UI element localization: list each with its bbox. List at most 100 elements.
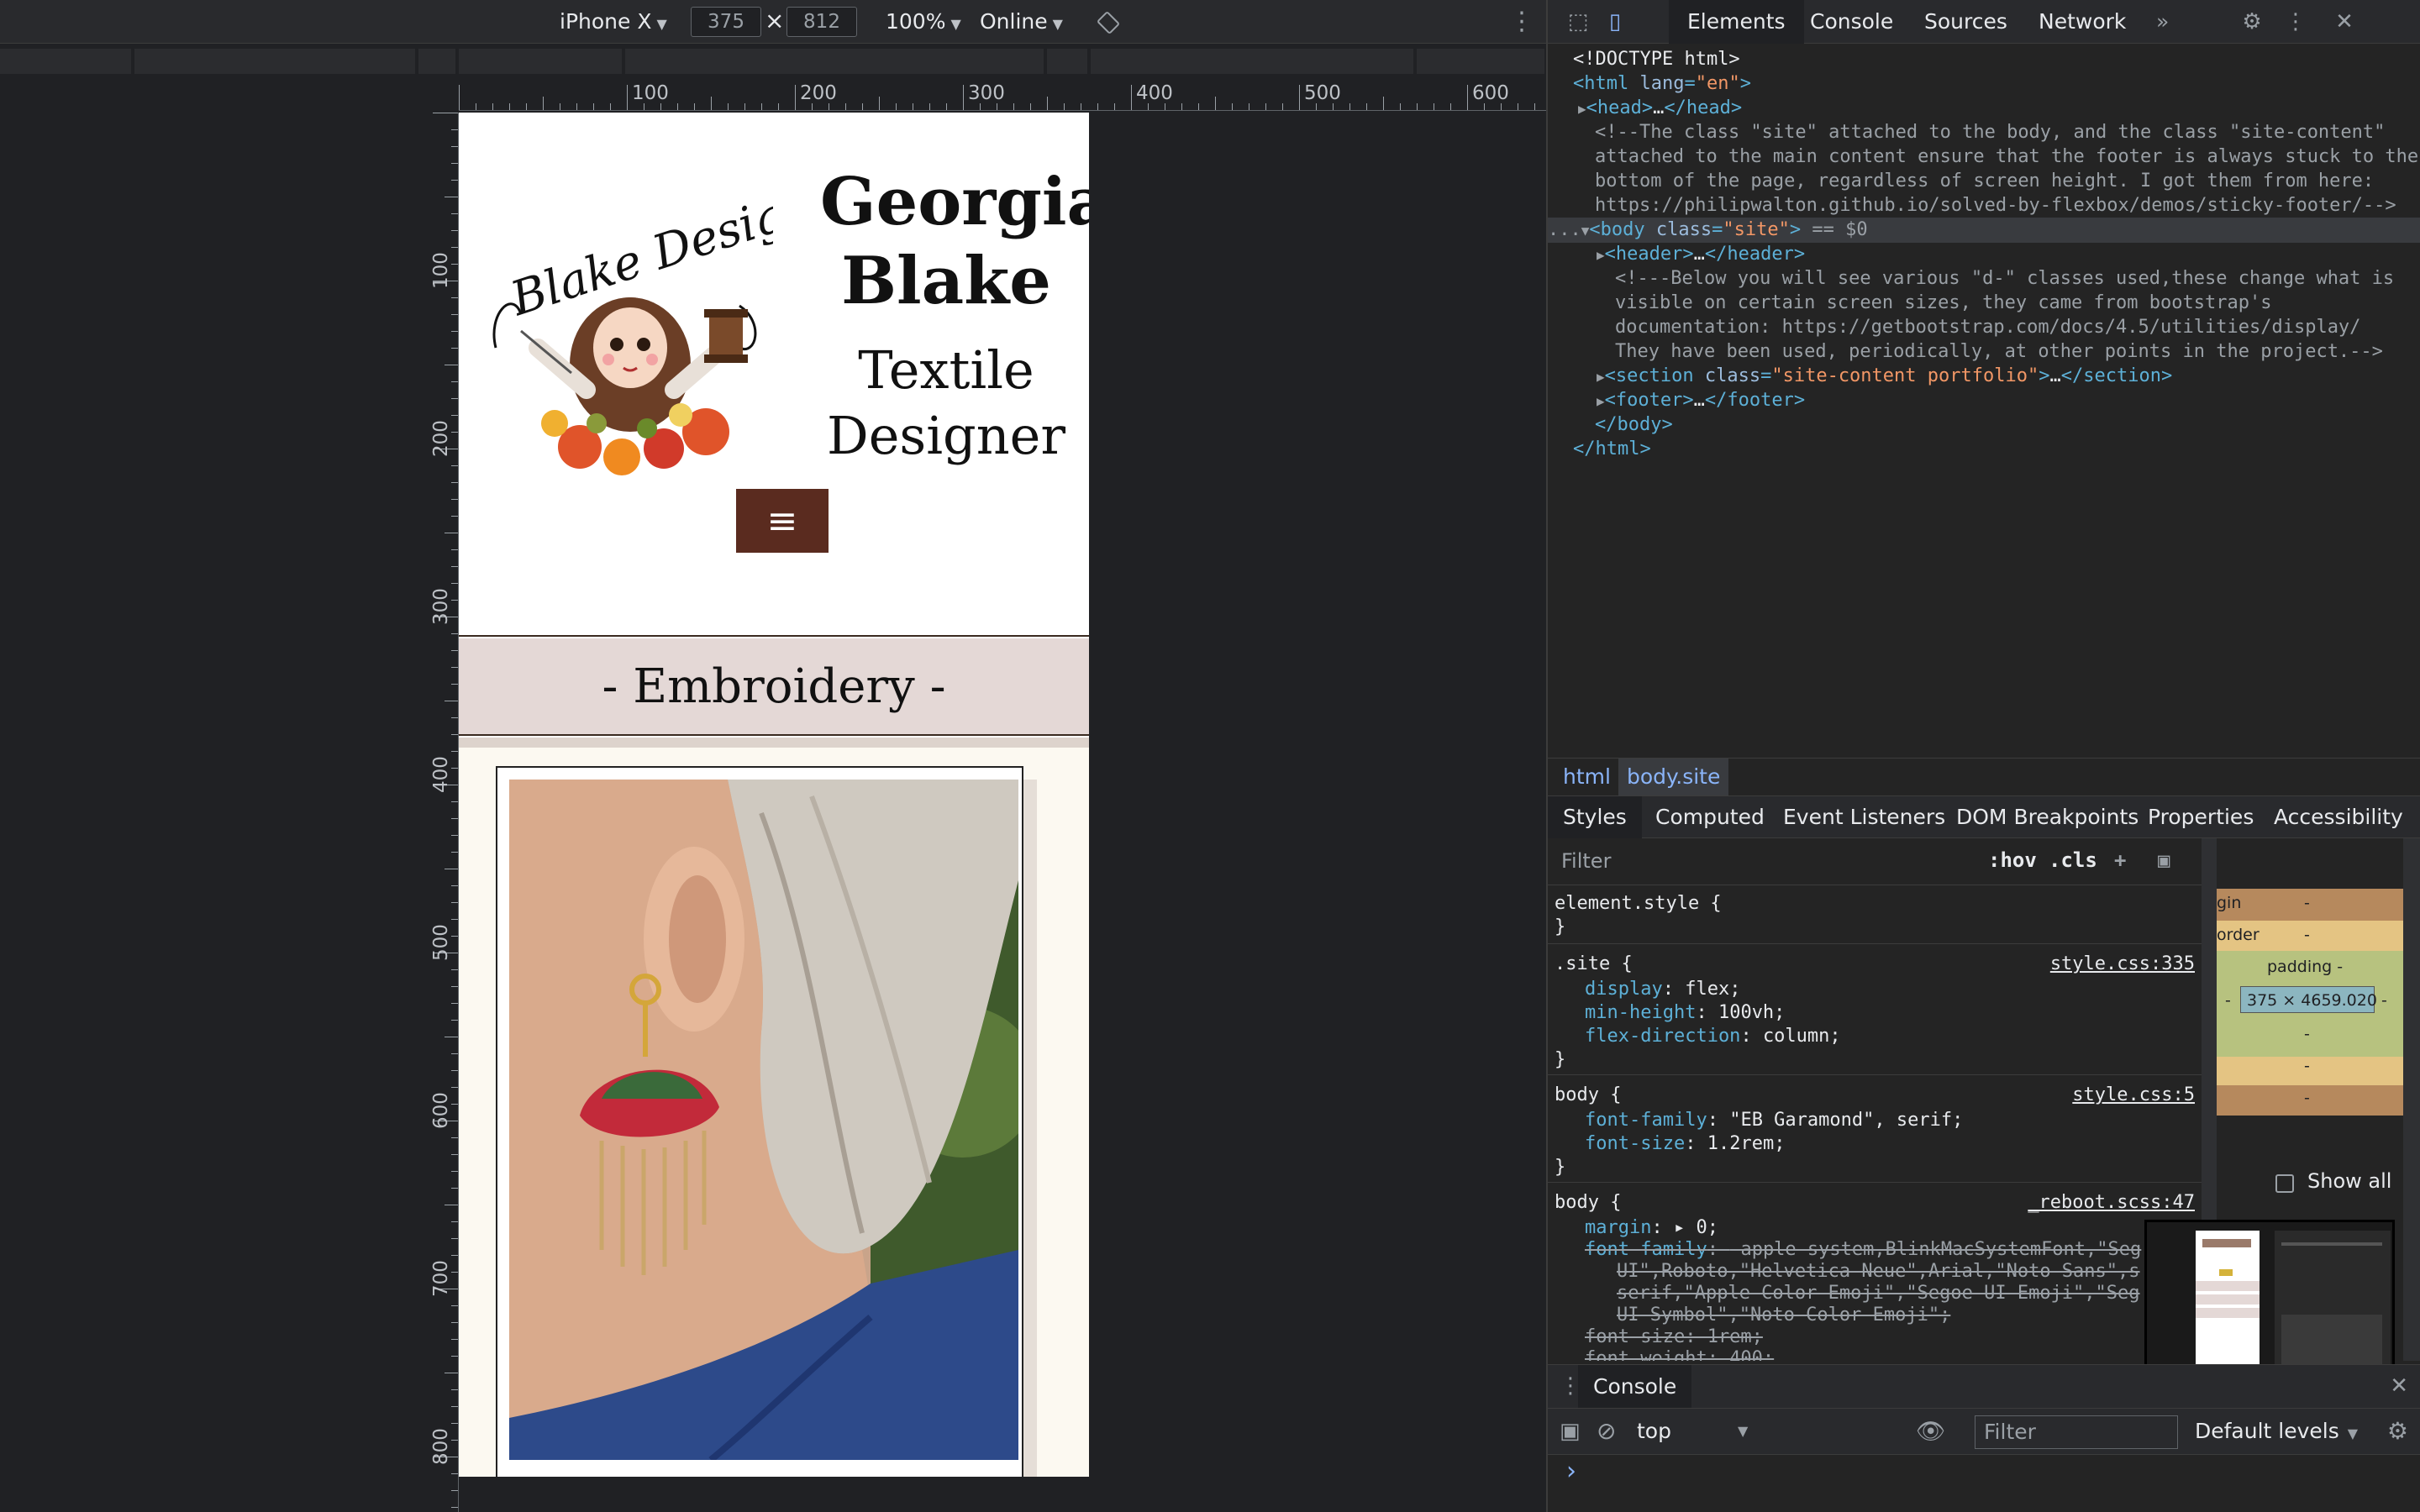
earring-photo[interactable] [509, 780, 1018, 1460]
dom-footer-node[interactable]: ▶<footer>…</footer> [1597, 388, 1805, 413]
clear-console-icon[interactable]: ⊘ [1597, 1417, 1616, 1445]
declaration[interactable]: flex-direction: column; [1585, 1025, 1841, 1048]
dom-head-node[interactable]: ▶<head>…</head> [1578, 96, 1742, 121]
ruler-tick [451, 1507, 458, 1508]
dom-doctype: <!DOCTYPE html> [1573, 49, 1740, 70]
declaration-overridden[interactable]: font-size: 1rem; [1585, 1326, 1763, 1349]
media-query-bar[interactable] [0, 49, 1546, 76]
dom-tree[interactable]: <!DOCTYPE html> <html lang="en"> ▶<head>… [1548, 45, 2420, 756]
site-tagline: Textile Designer [827, 339, 1065, 466]
console-sidebar-icon[interactable]: ▣ [1560, 1419, 1581, 1444]
rotate-icon[interactable] [1096, 0, 1121, 44]
ruler-label: 300 [430, 588, 452, 625]
rule-site[interactable]: .site { style.css:335 display: flex; min… [1548, 944, 2202, 1075]
eye-icon[interactable]: 👁 [1916, 1417, 1946, 1445]
ruler-tick [1366, 103, 1367, 110]
tab-console[interactable]: Console [1791, 0, 1912, 44]
ruler-tick [660, 103, 661, 110]
ruler-tick [451, 902, 458, 903]
kebab-menu-icon[interactable]: ⋮ [2284, 10, 2307, 34]
tab-network[interactable]: Network [2020, 0, 2144, 44]
ruler-tick [451, 936, 458, 937]
declaration[interactable]: font-size: 1.2rem; [1585, 1132, 1785, 1156]
width-input[interactable]: 375 [691, 7, 761, 37]
tab-sources[interactable]: Sources [1906, 0, 2026, 44]
dom-section-node[interactable]: ▶<section class="site-content portfolio"… [1597, 364, 2172, 389]
selector: body { [1555, 1192, 1622, 1213]
ruler-tick [610, 103, 611, 110]
expand-triangle-icon: ▶ [1597, 247, 1605, 263]
rule-body-reboot[interactable]: body { _reboot.scss:47 margin: ▸ 0; font… [1548, 1183, 2202, 1361]
breadcrumb-body-site[interactable]: body.site [1618, 759, 1729, 795]
hov-button[interactable]: :hov [1988, 848, 2037, 872]
console-filter-input[interactable]: Filter [1975, 1415, 2178, 1449]
declaration-overridden[interactable]: font-weight: 400; [1585, 1347, 1774, 1361]
portfolio-card[interactable] [496, 766, 1023, 1477]
console-prompt[interactable]: › [1566, 1457, 1576, 1486]
device-select[interactable]: iPhone X ▼ [560, 0, 667, 44]
ruler-tick [1349, 103, 1350, 110]
ruler-tick [451, 247, 458, 248]
tab-properties[interactable]: Properties [2133, 796, 2269, 838]
dom-body-node-selected[interactable]: ...▼<body class="site"> == $0 [1548, 218, 2420, 243]
source-link[interactable]: style.css:5 [2072, 1084, 2195, 1107]
emulated-page[interactable]: Blake Designs Georgia Blake Textile Desi… [459, 113, 1089, 1477]
zoom-select[interactable]: 100% ▼ [886, 0, 961, 44]
cls-button[interactable]: .cls [2049, 848, 2097, 872]
dom-html-open[interactable]: <html lang="en"> [1573, 71, 1751, 96]
dom-html-close[interactable]: </html> [1573, 437, 1651, 461]
source-link[interactable]: _reboot.scss:47 [2028, 1191, 2195, 1215]
declaration[interactable]: display: flex; [1585, 978, 1740, 1001]
declaration-overridden-cont: UI",Roboto,"Helvetica Neue",Arial,"Noto … [1617, 1261, 2140, 1282]
console-output[interactable]: › [1548, 1455, 2420, 1512]
gear-icon[interactable]: ⚙ [2240, 10, 2264, 34]
dom-header-node[interactable]: ▶<header>…</header> [1597, 242, 1805, 267]
ruler-label: 600 [1472, 82, 1509, 104]
declaration-overridden-cont: UI Symbol","Noto Color Emoji"; [1617, 1305, 1951, 1326]
boxmodel-scrollbar[interactable] [2403, 838, 2420, 1361]
tab-event-listeners[interactable]: Event Listeners [1768, 796, 1960, 838]
styles-filter-row: Filter :hov .cls + ▣ [1548, 838, 2202, 885]
dom-body-close[interactable]: </body> [1595, 412, 1673, 437]
inspect-element-icon[interactable]: ⬚ [1566, 10, 1590, 34]
ruler-tick [451, 163, 458, 164]
log-levels-select[interactable]: Default levels ▼ [2195, 1409, 2358, 1454]
ruler-tick [451, 1137, 458, 1138]
declaration-overridden[interactable]: font-family: -apple-system,BlinkMacSyste… [1585, 1238, 2141, 1262]
blake-designs-logo[interactable]: Blake Designs [487, 171, 843, 482]
declaration[interactable]: font-family: "EB Garamond", serif; [1585, 1109, 1963, 1132]
styles-filter-input[interactable]: Filter [1556, 845, 1993, 877]
declaration[interactable]: min-height: 100vh; [1585, 1001, 1785, 1025]
source-link[interactable]: style.css:335 [2050, 953, 2195, 976]
breadcrumb-html[interactable]: html [1563, 759, 1611, 795]
network-throttle-select[interactable]: Online ▼ [980, 0, 1063, 44]
tab-styles[interactable]: Styles [1548, 796, 1642, 838]
ruler-tick [1013, 103, 1014, 110]
height-input[interactable]: 812 [786, 7, 857, 37]
console-drawer-tab[interactable]: Console [1578, 1365, 1692, 1409]
show-all-checkbox[interactable] [2275, 1174, 2294, 1193]
gear-icon[interactable]: ⚙ [2387, 1417, 2408, 1445]
context-select[interactable]: top ▼ [1637, 1409, 1754, 1454]
tab-accessibility[interactable]: Accessibility [2259, 796, 2418, 838]
hamburger-menu-button[interactable]: ≡ [736, 489, 829, 553]
device-toggle-icon[interactable]: ▯ [1603, 10, 1627, 34]
rule-body-style[interactable]: body { style.css:5 font-family: "EB Gara… [1548, 1075, 2202, 1183]
ruler-tick [879, 97, 880, 110]
context-value: top [1637, 1419, 1671, 1443]
more-options-icon[interactable]: ⋮ [1509, 0, 1534, 44]
new-rule-button[interactable]: + [2114, 848, 2126, 872]
toggle-sidebar-icon[interactable]: ▣ [2158, 848, 2170, 872]
tab-dom-breakpoints[interactable]: DOM Breakpoints [1941, 796, 2154, 838]
site-header: Blake Designs Georgia Blake Textile Desi… [459, 113, 1089, 637]
more-tabs-icon[interactable]: » [2138, 0, 2187, 44]
close-icon[interactable]: ✕ [2333, 10, 2356, 34]
box-padding-label: padding - [2267, 958, 2344, 976]
tab-computed[interactable]: Computed [1640, 796, 1780, 838]
ruler-tick [1064, 103, 1065, 110]
tab-elements[interactable]: Elements [1669, 0, 1804, 44]
declaration[interactable]: margin: ▸ 0; [1585, 1216, 1718, 1240]
close-icon[interactable]: ✕ [2390, 1373, 2408, 1399]
ruler-tick [451, 650, 458, 651]
rule-element-style[interactable]: element.style { } [1548, 885, 2202, 944]
